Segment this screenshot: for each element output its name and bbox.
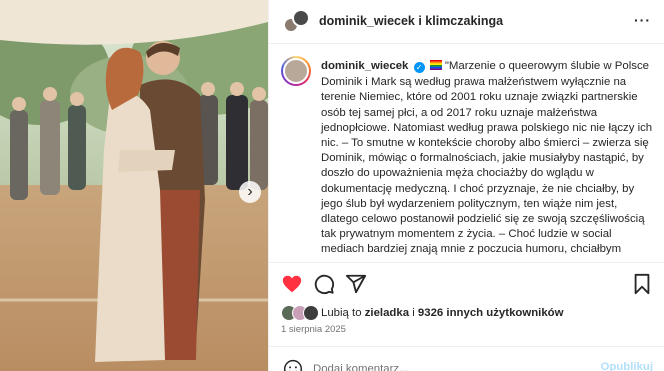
verified-icon: ✓ <box>413 62 425 73</box>
more-icon[interactable]: ··· <box>634 12 651 28</box>
chevron-right-icon: › <box>247 183 253 200</box>
post-header: dominik_wiecek i klimczakinga ··· <box>269 0 664 44</box>
caption-section: dominik_wiecek ✓ "Marzenie o queerowym ś… <box>269 56 664 260</box>
wedding-photo-illustration <box>0 0 268 371</box>
caption: dominik_wiecek ✓ "Marzenie o queerowym ś… <box>321 59 656 260</box>
post-authors[interactable]: dominik_wiecek i klimczakinga <box>319 14 503 28</box>
author-avatar[interactable] <box>281 56 311 86</box>
avatar <box>283 58 309 84</box>
comment-bar: Opublikuj <box>269 346 664 371</box>
caption-username[interactable]: dominik_wiecek <box>321 60 408 72</box>
post-actions <box>269 262 664 302</box>
bookmark-icon[interactable] <box>631 273 653 295</box>
avatar <box>303 305 319 321</box>
likes-prefix: Lubią to <box>321 307 365 319</box>
emoji-icon[interactable] <box>283 359 303 371</box>
post-photo[interactable]: › <box>0 0 268 371</box>
collab-avatars[interactable] <box>283 9 310 35</box>
likes-summary: Lubią to zieladka i 9326 innych użytkown… <box>281 304 564 322</box>
liker-username[interactable]: zieladka <box>365 307 409 319</box>
comment-input[interactable] <box>313 360 593 371</box>
likes-count[interactable]: 9326 innych użytkowników <box>418 307 564 319</box>
rainbow-flag-icon <box>429 60 442 75</box>
post-details-panel: dominik_wiecek i klimczakinga ··· domini… <box>268 0 664 371</box>
likes-conjunction: i <box>409 307 418 319</box>
heart-icon[interactable] <box>281 273 303 295</box>
avatar <box>292 9 310 27</box>
post-comment-button[interactable]: Opublikuj <box>600 361 653 371</box>
caption-text: "Marzenie o queerowym ślubie w Polsce Do… <box>321 60 653 260</box>
post-date[interactable]: 1 sierpnia 2025 <box>281 324 346 335</box>
liker-avatars <box>281 305 321 321</box>
share-icon[interactable] <box>345 273 367 295</box>
likes-text: Lubią to zieladka i 9326 innych użytkown… <box>321 307 564 319</box>
carousel-next-button[interactable]: › <box>239 181 261 203</box>
comment-icon[interactable] <box>313 273 335 295</box>
